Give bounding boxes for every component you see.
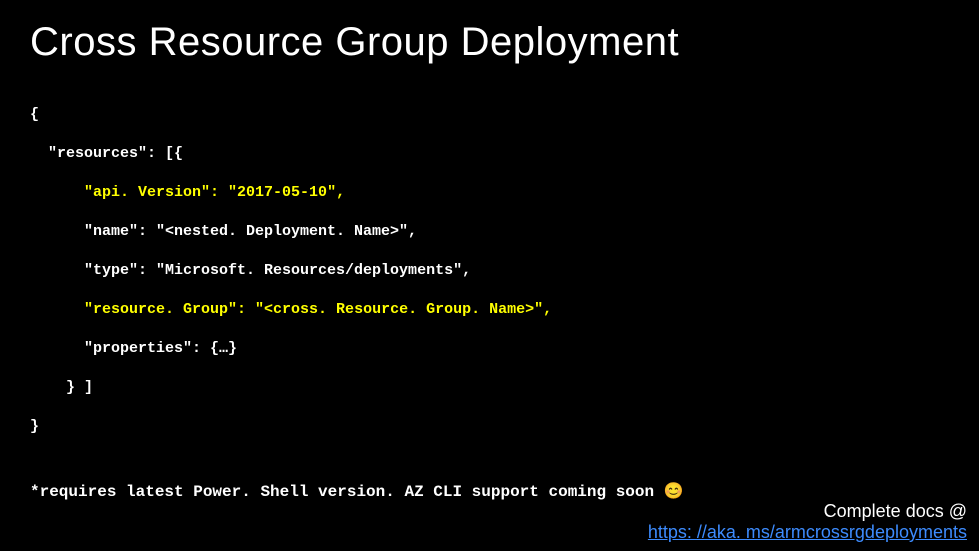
code-line-name: "name": "<nested. Deployment. Name>", [30,222,949,242]
footer: Complete docs @ https: //aka. ms/armcros… [648,501,967,543]
code-line-properties: "properties": {…} [30,339,949,359]
code-line-apiversion: "api. Version": "2017-05-10", [30,183,949,203]
code-key-resourcegroup: "resource. Group": [30,301,255,318]
code-line-close-inner: } ] [30,378,949,398]
code-val-apiversion: "2017-05-10", [228,184,345,201]
code-line-resourcegroup: "resource. Group": "<cross. Resource. Gr… [30,300,949,320]
note-text-content: *requires latest Power. Shell version. A… [30,483,664,501]
code-line-type: "type": "Microsoft. Resources/deployment… [30,261,949,281]
code-line-close: } [30,417,949,437]
code-val-resourcegroup: "<cross. Resource. Group. Name>", [255,301,552,318]
slide-title: Cross Resource Group Deployment [0,0,979,75]
code-block: { "resources": [{ "api. Version": "2017-… [0,75,979,466]
smiley-icon: 😊 [664,483,684,501]
footer-label: Complete docs @ [824,501,967,521]
code-line-resources: "resources": [{ [30,144,949,164]
code-line-open: { [30,105,949,125]
docs-link[interactable]: https: //aka. ms/armcrossrgdeployments [648,522,967,542]
code-key-apiversion: "api. Version": [30,184,228,201]
